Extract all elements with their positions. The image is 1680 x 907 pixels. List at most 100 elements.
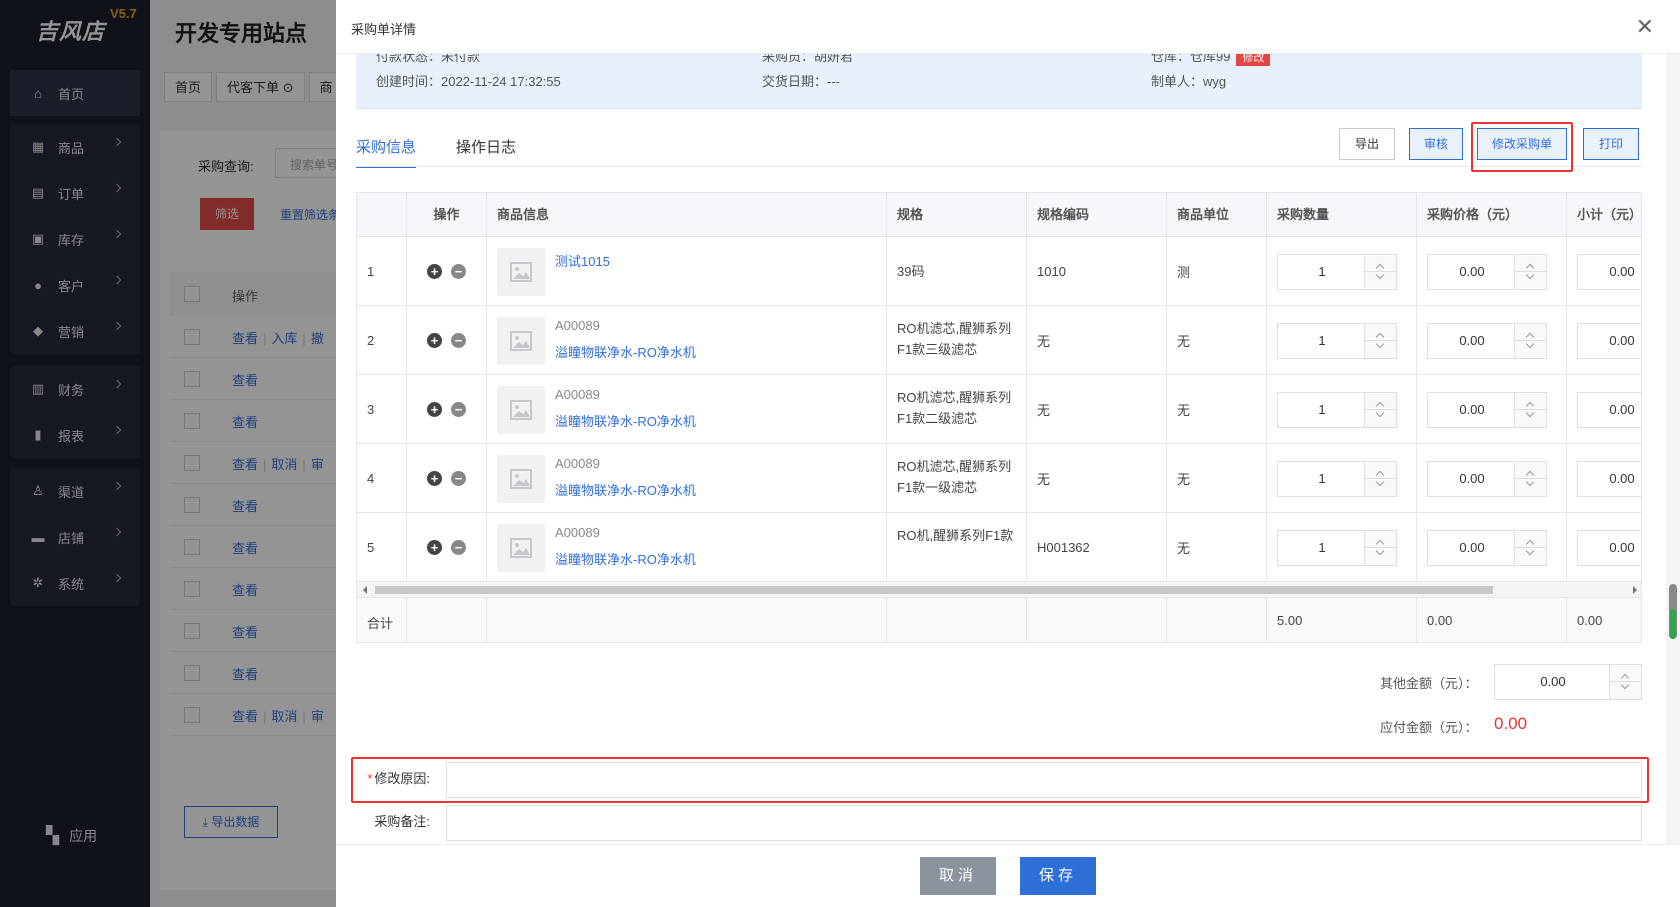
cancel-button[interactable]: 取消 [920, 857, 996, 895]
product-name-link[interactable]: 溢瞳物联净水-RO净水机 [555, 342, 696, 361]
cell-qty: 1 [1267, 444, 1417, 513]
subtotal-stepper[interactable]: 0.00 [1577, 254, 1641, 290]
quantity-stepper-value[interactable]: 1 [1278, 462, 1366, 496]
drawer-title: 采购单详情 [351, 22, 417, 37]
remove-row-icon[interactable]: − [451, 540, 466, 555]
product-name-link[interactable]: 溢瞳物联净水-RO净水机 [555, 480, 696, 499]
table-row: 4 + − A00089 溢瞳物联净水-RO净水机 RO机滤芯,醒狮系列F1款一级滤芯 无 无… [357, 444, 1641, 513]
export-button[interactable]: 导出 [1339, 128, 1395, 160]
chevron-down-icon[interactable] [1375, 408, 1385, 418]
product-image-placeholder-icon [497, 455, 545, 503]
scroll-left-icon[interactable] [363, 586, 367, 594]
purchase-remark-input[interactable] [446, 805, 1642, 841]
modal-overlay[interactable] [0, 0, 340, 907]
price-stepper-value[interactable]: 0.00 [1428, 531, 1516, 565]
quantity-stepper-value[interactable]: 1 [1278, 324, 1366, 358]
add-row-icon[interactable]: + [427, 402, 442, 417]
subtotal-stepper[interactable]: 0.00 [1577, 461, 1641, 497]
price-stepper-value[interactable]: 0.00 [1428, 462, 1516, 496]
chevron-down-icon[interactable] [1620, 680, 1630, 690]
purchase-items-table: 操作 商品信息 规格 规格编码 商品单位 采购数量 采购价格（元） 小计（元） … [356, 192, 1642, 643]
price-stepper[interactable]: 0.00 [1427, 323, 1547, 359]
subtotal-stepper-value[interactable]: 0.00 [1578, 393, 1641, 427]
scrollbar-thumb[interactable] [375, 586, 1493, 594]
stepper-controls[interactable] [1364, 255, 1396, 289]
subtotal-stepper-value[interactable]: 0.00 [1578, 462, 1641, 496]
quantity-stepper-value[interactable]: 1 [1278, 255, 1366, 289]
save-button[interactable]: 保存 [1020, 857, 1096, 895]
modify-reason-input[interactable] [446, 762, 1642, 798]
product-name-link[interactable]: 测试1015 [555, 251, 610, 270]
stepper-controls[interactable] [1514, 255, 1546, 289]
stepper-controls[interactable] [1514, 531, 1546, 565]
quantity-stepper[interactable]: 1 [1277, 254, 1397, 290]
chevron-down-icon[interactable] [1525, 477, 1535, 487]
chevron-down-icon[interactable] [1525, 408, 1535, 418]
remove-row-icon[interactable]: − [451, 333, 466, 348]
stepper-controls[interactable] [1364, 531, 1396, 565]
chevron-down-icon[interactable] [1375, 477, 1385, 487]
price-stepper[interactable]: 0.00 [1427, 461, 1547, 497]
other-amount-value[interactable]: 0.00 [1495, 665, 1611, 699]
remove-row-icon[interactable]: − [451, 264, 466, 279]
subtotal-stepper-value[interactable]: 0.00 [1578, 324, 1641, 358]
scroll-indicator [1670, 609, 1676, 639]
purchase-remark-row: 采购备注: [356, 801, 1642, 843]
quantity-stepper-value[interactable]: 1 [1278, 393, 1366, 427]
cell-spec-code: 无 [1027, 444, 1167, 513]
warehouse-edit-badge[interactable]: 修改 [1236, 54, 1271, 66]
product-code: A00089 [555, 456, 600, 471]
product-name-link[interactable]: 溢瞳物联净水-RO净水机 [555, 411, 696, 430]
quantity-stepper[interactable]: 1 [1277, 530, 1397, 566]
add-row-icon[interactable]: + [427, 471, 442, 486]
print-button[interactable]: 打印 [1583, 128, 1639, 160]
stepper-controls[interactable] [1514, 462, 1546, 496]
chevron-down-icon[interactable] [1375, 339, 1385, 349]
chevron-down-icon[interactable] [1525, 546, 1535, 556]
stepper-controls[interactable] [1514, 324, 1546, 358]
quantity-stepper-value[interactable]: 1 [1278, 531, 1366, 565]
quantity-stepper[interactable]: 1 [1277, 323, 1397, 359]
chevron-down-icon[interactable] [1525, 270, 1535, 280]
price-stepper-value[interactable]: 0.00 [1428, 255, 1516, 289]
column-header-price: 采购价格（元） [1417, 193, 1567, 237]
price-stepper-value[interactable]: 0.00 [1428, 393, 1516, 427]
price-stepper-value[interactable]: 0.00 [1428, 324, 1516, 358]
modify-purchase-button[interactable]: 修改采购单 [1477, 128, 1567, 160]
remove-row-icon[interactable]: − [451, 402, 466, 417]
chevron-down-icon[interactable] [1375, 270, 1385, 280]
add-row-icon[interactable]: + [427, 540, 442, 555]
remove-row-icon[interactable]: − [451, 471, 466, 486]
unit-text: 无 [1177, 403, 1191, 418]
subtotal-stepper[interactable]: 0.00 [1577, 392, 1641, 428]
quantity-stepper[interactable]: 1 [1277, 461, 1397, 497]
add-row-icon[interactable]: + [427, 333, 442, 348]
price-stepper[interactable]: 0.00 [1427, 530, 1547, 566]
stepper-controls[interactable] [1609, 665, 1641, 699]
price-stepper[interactable]: 0.00 [1427, 254, 1547, 290]
horizontal-scrollbar[interactable] [357, 582, 1641, 598]
chevron-down-icon[interactable] [1375, 546, 1385, 556]
add-row-icon[interactable]: + [427, 264, 442, 279]
subtotal-stepper-value[interactable]: 0.00 [1578, 255, 1641, 289]
other-amount-stepper[interactable]: 0.00 [1494, 664, 1642, 700]
spec-text: 39码 [897, 264, 925, 279]
audit-button[interactable]: 审核 [1409, 128, 1463, 160]
scroll-right-icon[interactable] [1633, 586, 1637, 594]
quantity-stepper[interactable]: 1 [1277, 392, 1397, 428]
price-stepper[interactable]: 0.00 [1427, 392, 1547, 428]
subtotal-stepper[interactable]: 0.00 [1577, 530, 1641, 566]
modify-reason-text: 修改原因: [374, 771, 430, 786]
close-icon[interactable]: ✕ [1636, 14, 1654, 40]
stepper-controls[interactable] [1514, 393, 1546, 427]
subtotal-stepper-value[interactable]: 0.00 [1578, 531, 1641, 565]
stepper-controls[interactable] [1364, 462, 1396, 496]
stepper-controls[interactable] [1364, 324, 1396, 358]
vertical-scrollbar[interactable] [1666, 54, 1680, 844]
tab-purchase-info[interactable]: 采购信息 [356, 136, 417, 168]
subtotal-stepper[interactable]: 0.00 [1577, 323, 1641, 359]
tab-operation-log[interactable]: 操作日志 [456, 136, 516, 168]
product-name-link[interactable]: 溢瞳物联净水-RO净水机 [555, 549, 696, 568]
stepper-controls[interactable] [1364, 393, 1396, 427]
chevron-down-icon[interactable] [1525, 339, 1535, 349]
